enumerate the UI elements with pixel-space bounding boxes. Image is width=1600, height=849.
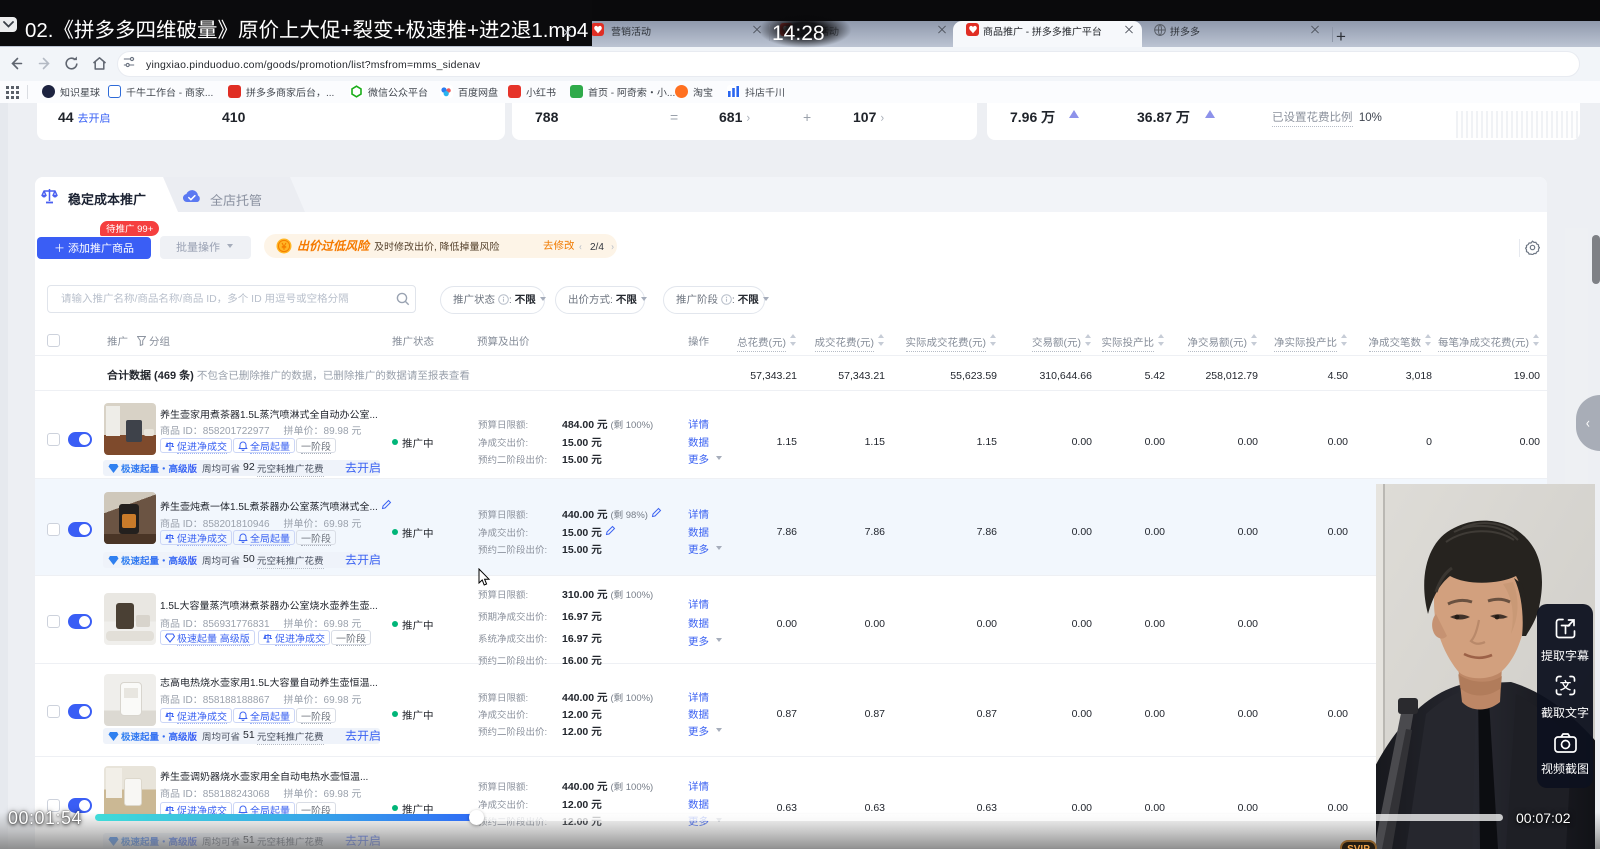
- svg-text:文: 文: [1560, 678, 1572, 694]
- svg-text:¥: ¥: [281, 240, 288, 253]
